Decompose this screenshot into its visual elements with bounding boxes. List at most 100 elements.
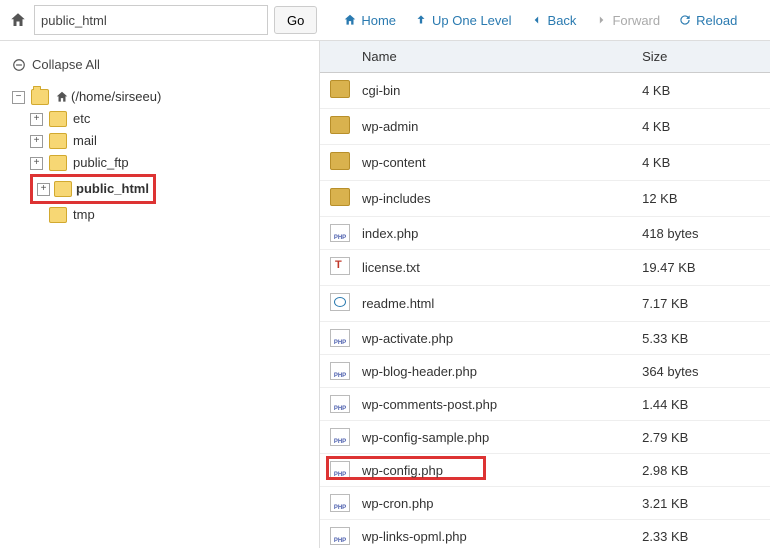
table-row[interactable]: PHPwp-links-opml.php2.33 KB: [320, 520, 770, 548]
folder-icon: [54, 181, 72, 197]
file-size: 364 bytes: [632, 355, 770, 388]
file-size: 2.79 KB: [632, 421, 770, 454]
go-button[interactable]: Go: [274, 6, 317, 34]
file-size: 4 KB: [632, 73, 770, 109]
nav-back[interactable]: Back: [530, 13, 577, 28]
file-name: cgi-bin: [352, 73, 632, 109]
file-name: wp-content: [352, 145, 632, 181]
table-row[interactable]: PHPwp-blog-header.php364 bytes: [320, 355, 770, 388]
table-row[interactable]: PHPwp-config-sample.php2.79 KB: [320, 421, 770, 454]
nav-forward-label: Forward: [612, 13, 660, 28]
file-size: 2.33 KB: [632, 520, 770, 548]
file-size: 2.98 KB: [632, 454, 770, 487]
file-size: 12 KB: [632, 181, 770, 217]
tree-item[interactable]: + public_ftp: [30, 152, 307, 174]
table-row[interactable]: PHPwp-activate.php5.33 KB: [320, 322, 770, 355]
file-size: 19.47 KB: [632, 250, 770, 286]
expand-toggle-icon[interactable]: +: [37, 183, 50, 196]
folder-icon: [49, 111, 67, 127]
up-arrow-icon: [414, 13, 428, 27]
table-row[interactable]: PHPwp-comments-post.php1.44 KB: [320, 388, 770, 421]
back-arrow-icon: [530, 13, 544, 27]
text-file-icon: [330, 257, 350, 275]
nav-reload[interactable]: Reload: [678, 13, 737, 28]
folder-icon: [330, 116, 350, 134]
tree-item[interactable]: + public_html: [30, 174, 307, 204]
tree-item-label: mail: [73, 130, 97, 152]
file-table: Name Size cgi-bin4 KBwp-admin4 KBwp-cont…: [320, 41, 770, 548]
tree-item-label: public_html: [76, 178, 149, 200]
php-file-icon: PHP: [330, 395, 350, 413]
toolbar: Go Home Up One Level Back Forward Reload: [0, 0, 770, 41]
table-row[interactable]: PHPwp-config.php2.98 KB: [320, 454, 770, 487]
table-row[interactable]: wp-includes12 KB: [320, 181, 770, 217]
home-icon: [55, 90, 69, 104]
expand-toggle-icon[interactable]: +: [30, 135, 43, 148]
tree-item[interactable]: + etc: [30, 108, 307, 130]
file-name: wp-cron.php: [352, 487, 632, 520]
file-size: 4 KB: [632, 109, 770, 145]
table-row[interactable]: wp-content4 KB: [320, 145, 770, 181]
file-size: 4 KB: [632, 145, 770, 181]
tree-item[interactable]: + mail: [30, 130, 307, 152]
file-size: 5.33 KB: [632, 322, 770, 355]
file-name: wp-includes: [352, 181, 632, 217]
nav-forward: Forward: [594, 13, 660, 28]
php-file-icon: PHP: [330, 494, 350, 512]
column-header-name[interactable]: Name: [320, 41, 632, 73]
home-icon[interactable]: [8, 10, 28, 30]
expand-toggle-icon[interactable]: +: [30, 113, 43, 126]
folder-tree: − (/home/sirseeu) + etc + mail + public_ftp + p…: [12, 86, 307, 226]
forward-arrow-icon: [594, 13, 608, 27]
file-size: 3.21 KB: [632, 487, 770, 520]
file-name: readme.html: [352, 286, 632, 322]
folder-icon: [49, 155, 67, 171]
tree-item[interactable]: tmp: [30, 204, 307, 226]
nav-up-label: Up One Level: [432, 13, 512, 28]
file-name: wp-links-opml.php: [352, 520, 632, 548]
php-file-icon: PHP: [330, 329, 350, 347]
tree-item-label: public_ftp: [73, 152, 129, 174]
nav-back-label: Back: [548, 13, 577, 28]
file-size: 418 bytes: [632, 217, 770, 250]
nav-up[interactable]: Up One Level: [414, 13, 512, 28]
table-row[interactable]: PHPwp-cron.php3.21 KB: [320, 487, 770, 520]
folder-icon: [330, 80, 350, 98]
expand-toggle-icon[interactable]: +: [30, 157, 43, 170]
folder-icon: [49, 133, 67, 149]
file-size: 7.17 KB: [632, 286, 770, 322]
file-name: wp-config-sample.php: [352, 421, 632, 454]
nav-reload-label: Reload: [696, 13, 737, 28]
file-size: 1.44 KB: [632, 388, 770, 421]
file-name: index.php: [352, 217, 632, 250]
tree-root[interactable]: − (/home/sirseeu): [12, 86, 307, 108]
php-file-icon: PHP: [330, 224, 350, 242]
tree-root-label: (/home/sirseeu): [71, 86, 161, 108]
collapse-toggle-icon[interactable]: −: [12, 91, 25, 104]
nav-bar: Home Up One Level Back Forward Reload: [343, 13, 737, 28]
file-name: wp-comments-post.php: [352, 388, 632, 421]
php-file-icon: PHP: [330, 461, 350, 479]
html-file-icon: [330, 293, 350, 311]
folder-icon: [330, 188, 350, 206]
sidebar: Collapse All − (/home/sirseeu) + etc + mail…: [0, 41, 320, 548]
column-header-size[interactable]: Size: [632, 41, 770, 73]
table-row[interactable]: cgi-bin4 KB: [320, 73, 770, 109]
nav-home[interactable]: Home: [343, 13, 396, 28]
table-row[interactable]: readme.html7.17 KB: [320, 286, 770, 322]
file-name: wp-admin: [352, 109, 632, 145]
table-row[interactable]: wp-admin4 KB: [320, 109, 770, 145]
tree-item-label: etc: [73, 108, 90, 130]
path-input[interactable]: [34, 5, 268, 35]
folder-icon: [31, 89, 49, 105]
file-name: wp-config.php: [352, 454, 632, 487]
table-row[interactable]: license.txt19.47 KB: [320, 250, 770, 286]
php-file-icon: PHP: [330, 362, 350, 380]
collapse-all-button[interactable]: Collapse All: [12, 57, 307, 72]
table-row[interactable]: PHPindex.php418 bytes: [320, 217, 770, 250]
file-list-panel: Name Size cgi-bin4 KBwp-admin4 KBwp-cont…: [320, 41, 770, 548]
folder-icon: [49, 207, 67, 223]
reload-icon: [678, 13, 692, 27]
php-file-icon: PHP: [330, 428, 350, 446]
tree-item-label: tmp: [73, 204, 95, 226]
